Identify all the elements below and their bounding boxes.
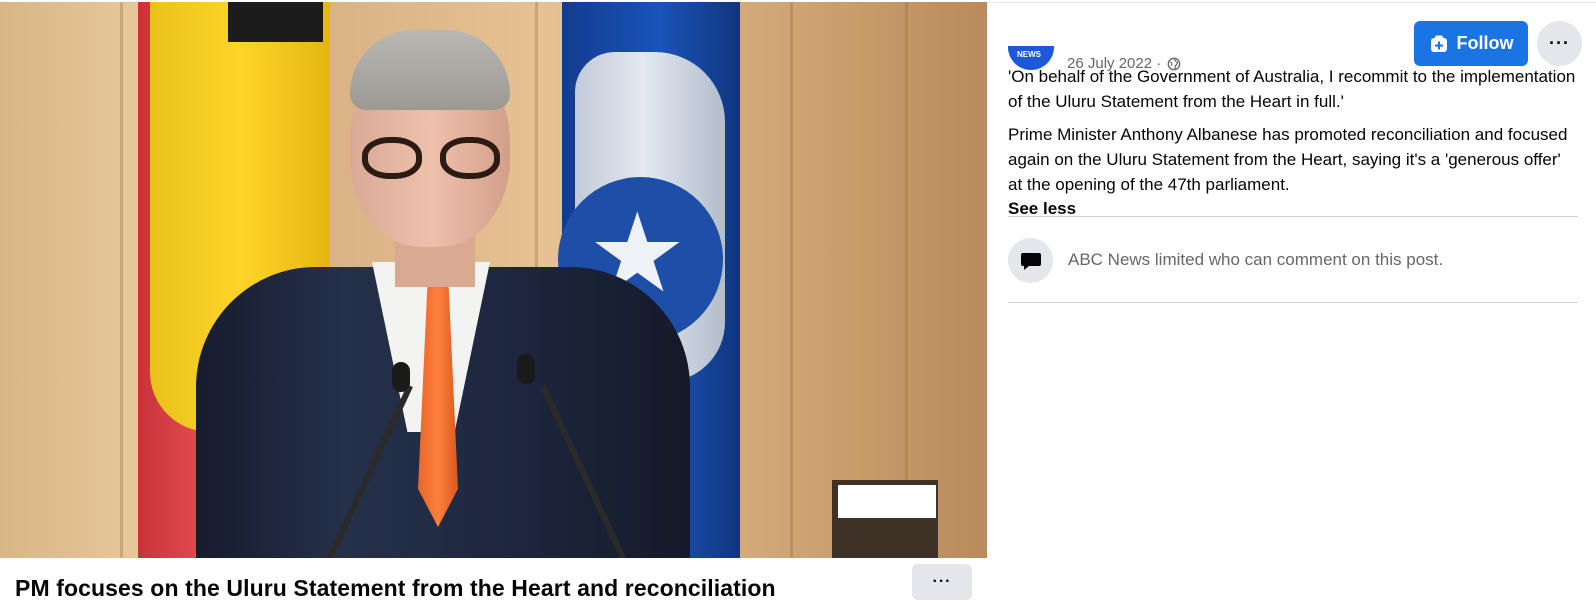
divider — [1008, 302, 1578, 303]
comment-restriction-icon-wrap — [1008, 238, 1053, 283]
more-dots-icon: ··· — [1549, 33, 1570, 53]
divider — [1008, 216, 1578, 217]
comment-bubble-icon — [1020, 252, 1041, 270]
video-player[interactable]: ★ — [0, 2, 987, 558]
follow-plus-icon — [1430, 35, 1447, 52]
video-more-button[interactable]: ··· — [912, 564, 972, 600]
flag-top — [228, 2, 323, 42]
see-less-link[interactable]: See less — [1008, 197, 1076, 221]
follow-button[interactable]: Follow — [1414, 21, 1528, 66]
follow-label: Follow — [1456, 33, 1514, 53]
speaker-hair — [350, 30, 510, 110]
post-quote: 'On behalf of the Government of Australi… — [1008, 67, 1576, 111]
wall-panel — [790, 2, 793, 558]
more-dots-icon: ··· — [932, 573, 952, 590]
redacted-label — [838, 485, 936, 518]
video-title: PM focuses on the Uluru Statement from t… — [15, 575, 776, 601]
wall-panel — [905, 2, 908, 558]
post-body: Prime Minister Anthony Albanese has prom… — [1008, 125, 1568, 194]
glasses-left — [362, 137, 422, 179]
comment-restriction-text: ABC News limited who can comment on this… — [1068, 250, 1444, 269]
glasses-right — [440, 137, 500, 179]
microphone-head — [392, 362, 410, 392]
avatar-text: NEWS — [1017, 50, 1041, 59]
microphone-head — [517, 354, 535, 384]
wall-panel — [120, 2, 123, 558]
post-more-button[interactable]: ··· — [1537, 21, 1582, 66]
